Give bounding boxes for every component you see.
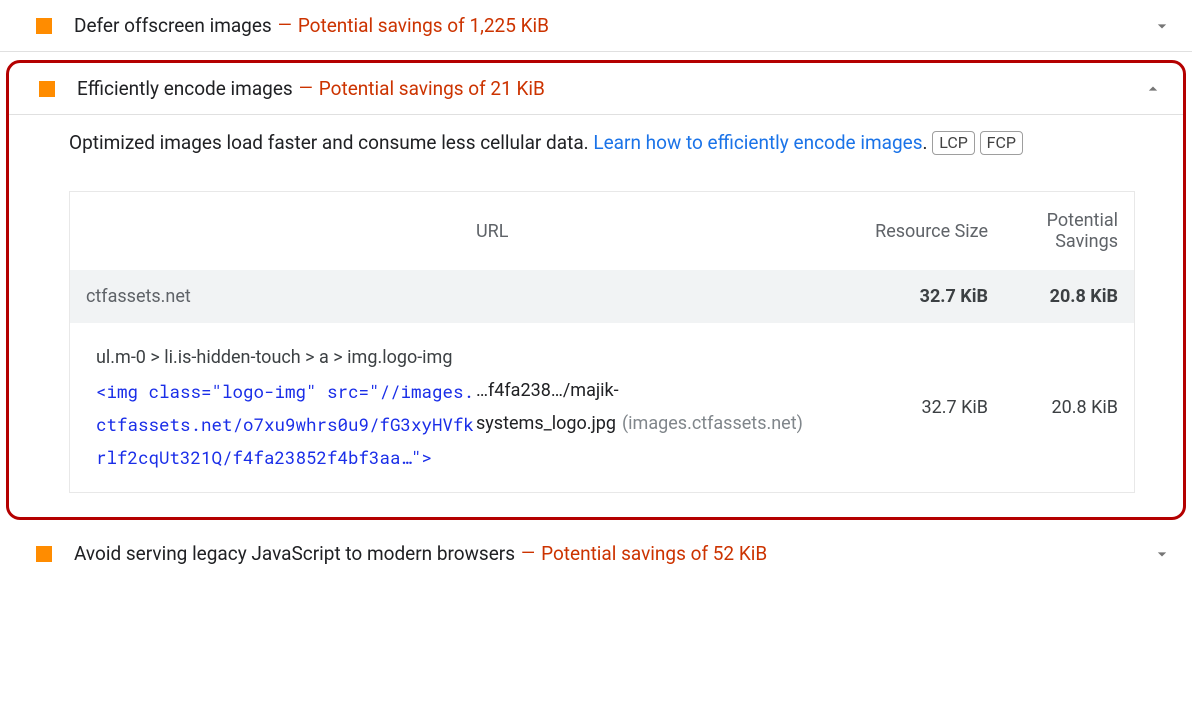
chevron-down-icon: [1152, 16, 1172, 36]
audit-title: Defer offscreen images: [74, 14, 272, 37]
audit-legacy-js: Avoid serving legacy JavaScript to moder…: [0, 528, 1192, 579]
chevron-up-icon: [1143, 79, 1163, 99]
audit-header[interactable]: Defer offscreen images — Potential savin…: [0, 0, 1192, 51]
col-header-resource: Resource Size: [858, 221, 988, 242]
group-savings: 20.8 KiB: [988, 286, 1118, 307]
dash: —: [299, 78, 313, 99]
audit-title: Avoid serving legacy JavaScript to moder…: [74, 542, 515, 565]
row-savings: 20.8 KiB: [988, 397, 1118, 418]
group-resource-size: 32.7 KiB: [858, 286, 988, 307]
audit-header[interactable]: Avoid serving legacy JavaScript to moder…: [0, 528, 1192, 579]
table-group-row[interactable]: ctfassets.net 32.7 KiB 20.8 KiB: [70, 270, 1134, 323]
url-host: (images.ctfassets.net): [622, 413, 803, 434]
url-main: …f4fa238…/majik-systems_logo.jpg: [476, 380, 619, 433]
audit-description: Optimized images load faster and consume…: [69, 127, 1135, 159]
row-resource-size: 32.7 KiB: [858, 397, 988, 418]
dash: —: [521, 543, 535, 564]
selector-chain: ul.m-0 > li.is-hidden-touch > a > img.lo…: [96, 341, 476, 374]
warning-square-icon: [36, 546, 52, 562]
metric-badge-fcp: FCP: [980, 131, 1023, 155]
dash: —: [278, 15, 292, 36]
audit-defer-offscreen: Defer offscreen images — Potential savin…: [0, 0, 1192, 52]
row-element: ul.m-0 > li.is-hidden-touch > a > img.lo…: [86, 341, 476, 474]
table-header-row: URL Resource Size Potential Savings: [70, 192, 1134, 270]
audit-savings: Potential savings of 21 KiB: [319, 77, 545, 100]
metric-badge-lcp: LCP: [932, 131, 975, 155]
audit-header[interactable]: Efficiently encode images — Potential sa…: [9, 63, 1183, 114]
audit-savings: Potential savings of 52 KiB: [541, 542, 767, 565]
audit-encode-images: Efficiently encode images — Potential sa…: [9, 63, 1183, 115]
audit-title: Efficiently encode images: [77, 77, 293, 100]
warning-square-icon: [36, 18, 52, 34]
description-text: Optimized images load faster and consume…: [69, 131, 593, 154]
audit-body: Optimized images load faster and consume…: [9, 115, 1183, 493]
row-url[interactable]: …f4fa238…/majik-systems_logo.jpg(images.…: [476, 375, 858, 440]
resources-table: URL Resource Size Potential Savings ctfa…: [69, 191, 1135, 493]
col-header-savings: Potential Savings: [988, 210, 1118, 252]
group-name: ctfassets.net: [86, 286, 858, 307]
audit-encode-images-highlight: Efficiently encode images — Potential sa…: [6, 60, 1186, 520]
table-row: ul.m-0 > li.is-hidden-touch > a > img.lo…: [70, 323, 1134, 492]
period: .: [923, 131, 928, 154]
chevron-down-icon: [1152, 544, 1172, 564]
audit-savings: Potential savings of 1,225 KiB: [298, 14, 549, 37]
warning-square-icon: [39, 81, 55, 97]
learn-more-link[interactable]: Learn how to efficiently encode images: [593, 131, 922, 154]
col-header-url: URL: [476, 221, 858, 242]
html-snippet: <img class="logo-img" src="//images.ctfa…: [96, 375, 476, 475]
